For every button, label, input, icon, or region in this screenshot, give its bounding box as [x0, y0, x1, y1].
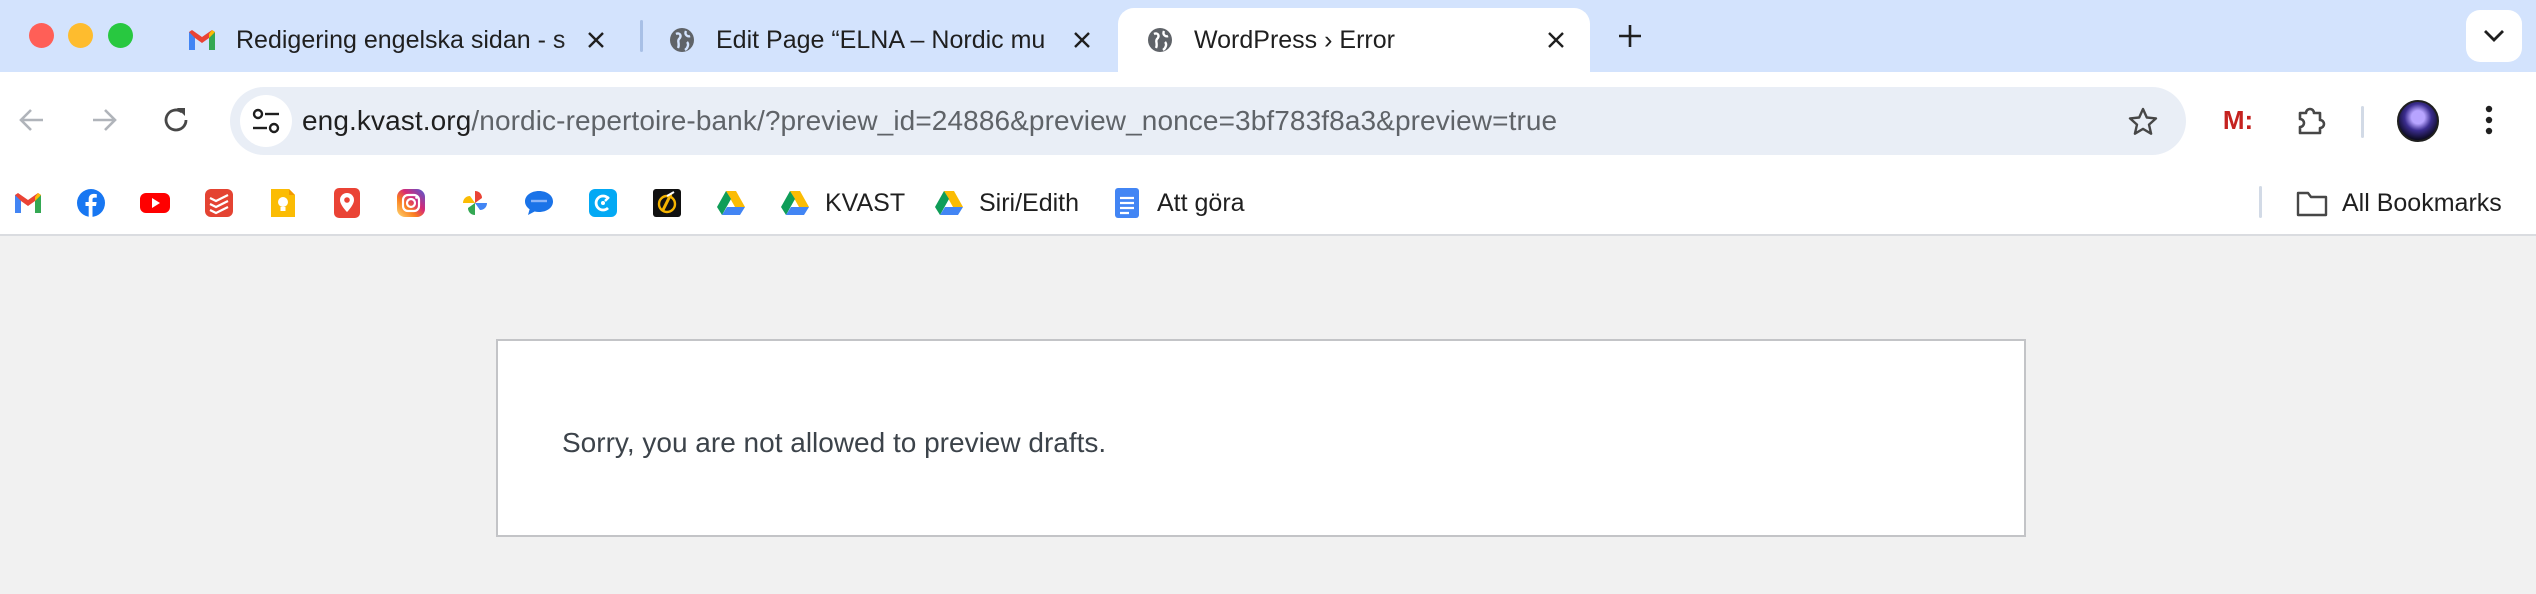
page-content: Sorry, you are not allowed to preview dr…	[0, 236, 2536, 594]
messages-icon	[523, 187, 555, 219]
tab-strip: Redigering engelska sidan - s Edit Page …	[0, 0, 2536, 72]
chevron-down-icon	[2484, 30, 2504, 42]
error-box: Sorry, you are not allowed to preview dr…	[496, 339, 2026, 537]
bookmark-clockify[interactable]	[587, 185, 619, 221]
bookmarks-separator	[2259, 186, 2262, 218]
address-bar[interactable]: eng.kvast.org/nordic-repertoire-bank/?pr…	[230, 87, 2186, 155]
bookmark-instagram[interactable]	[395, 185, 427, 221]
reload-icon	[164, 108, 188, 132]
google-drive-icon	[779, 187, 811, 219]
bookmark-keep[interactable]	[267, 185, 299, 221]
bookmark-star-icon[interactable]	[2126, 105, 2160, 139]
gmail-icon	[186, 24, 218, 56]
toolbar-separator	[2361, 106, 2364, 138]
mendeley-extension-icon[interactable]: M:	[2216, 98, 2260, 142]
todoist-icon	[203, 187, 235, 219]
bookmark-siri-edith[interactable]: Siri/Edith	[933, 185, 1079, 221]
app-logo-icon	[651, 187, 683, 219]
bookmark-label: Siri/Edith	[979, 188, 1080, 217]
facebook-icon	[75, 187, 107, 219]
url-host: eng.kvast.org	[302, 105, 472, 136]
arrow-right-icon	[93, 109, 117, 131]
bookmark-kvast[interactable]: KVAST	[779, 185, 905, 221]
close-tab-icon[interactable]	[582, 26, 610, 54]
tab-wordpress-error[interactable]: WordPress › Error	[1118, 8, 1590, 72]
maps-pin-icon	[331, 187, 363, 219]
google-drive-icon	[933, 187, 965, 219]
tab-search-button[interactable]	[2466, 10, 2522, 62]
close-tab-icon[interactable]	[1068, 26, 1096, 54]
maximize-window-button[interactable]	[108, 23, 133, 48]
bookmark-maps[interactable]	[331, 185, 363, 221]
forward-button[interactable]	[82, 98, 126, 142]
google-docs-icon	[1111, 187, 1143, 219]
bookmark-label: KVAST	[825, 188, 906, 217]
google-drive-icon	[715, 187, 747, 219]
reload-button[interactable]	[154, 98, 198, 142]
tab-title: Redigering engelska sidan - s	[236, 25, 566, 54]
profile-avatar[interactable]	[2397, 100, 2439, 142]
globe-icon	[1144, 24, 1176, 56]
url-path: /nordic-repertoire-bank/?preview_id=2488…	[471, 105, 1558, 136]
bookmark-att-gora[interactable]: Att göra	[1111, 185, 1245, 221]
instagram-icon	[395, 187, 427, 219]
close-tab-icon[interactable]	[1542, 26, 1570, 54]
more-menu-icon[interactable]	[2467, 98, 2511, 142]
folder-icon	[2296, 187, 2328, 219]
gmail-icon	[12, 187, 44, 219]
bookmark-drive[interactable]	[715, 185, 747, 221]
minimize-window-button[interactable]	[68, 23, 93, 48]
keep-icon	[267, 187, 299, 219]
all-bookmarks-button[interactable]: All Bookmarks	[2296, 185, 2502, 221]
bookmarks-bar: KVAST Siri/Edith Att göra All Bookmarks	[0, 170, 2536, 236]
bookmark-photos[interactable]	[459, 185, 491, 221]
all-bookmarks-label: All Bookmarks	[2342, 188, 2502, 217]
bookmark-youtube[interactable]	[139, 185, 171, 221]
tab-title: Edit Page “ELNA – Nordic mu	[716, 25, 1046, 54]
extensions-puzzle-icon[interactable]	[2289, 98, 2333, 142]
browser-toolbar: eng.kvast.org/nordic-repertoire-bank/?pr…	[0, 72, 2536, 170]
bookmark-app[interactable]	[651, 185, 683, 221]
tab-title: WordPress › Error	[1194, 25, 1395, 54]
bookmark-facebook[interactable]	[75, 185, 107, 221]
tab-gmail[interactable]: Redigering engelska sidan - s	[160, 8, 630, 72]
arrow-left-icon	[19, 109, 43, 131]
bookmark-label: Att göra	[1157, 188, 1245, 217]
url-text[interactable]: eng.kvast.org/nordic-repertoire-bank/?pr…	[302, 105, 1557, 137]
back-button[interactable]	[10, 98, 54, 142]
new-tab-button[interactable]	[1612, 18, 1648, 54]
clockify-icon	[587, 187, 619, 219]
globe-icon	[666, 24, 698, 56]
bookmark-todoist[interactable]	[203, 185, 235, 221]
photos-icon	[459, 187, 491, 219]
tab-edit-page[interactable]: Edit Page “ELNA – Nordic mu	[640, 8, 1116, 72]
bookmark-messages[interactable]	[523, 185, 555, 221]
youtube-icon	[139, 187, 171, 219]
close-window-button[interactable]	[29, 23, 54, 48]
bookmark-gmail[interactable]	[12, 185, 44, 221]
site-info-button[interactable]	[240, 95, 292, 147]
tune-icon	[252, 108, 280, 134]
error-message: Sorry, you are not allowed to preview dr…	[562, 427, 1107, 458]
